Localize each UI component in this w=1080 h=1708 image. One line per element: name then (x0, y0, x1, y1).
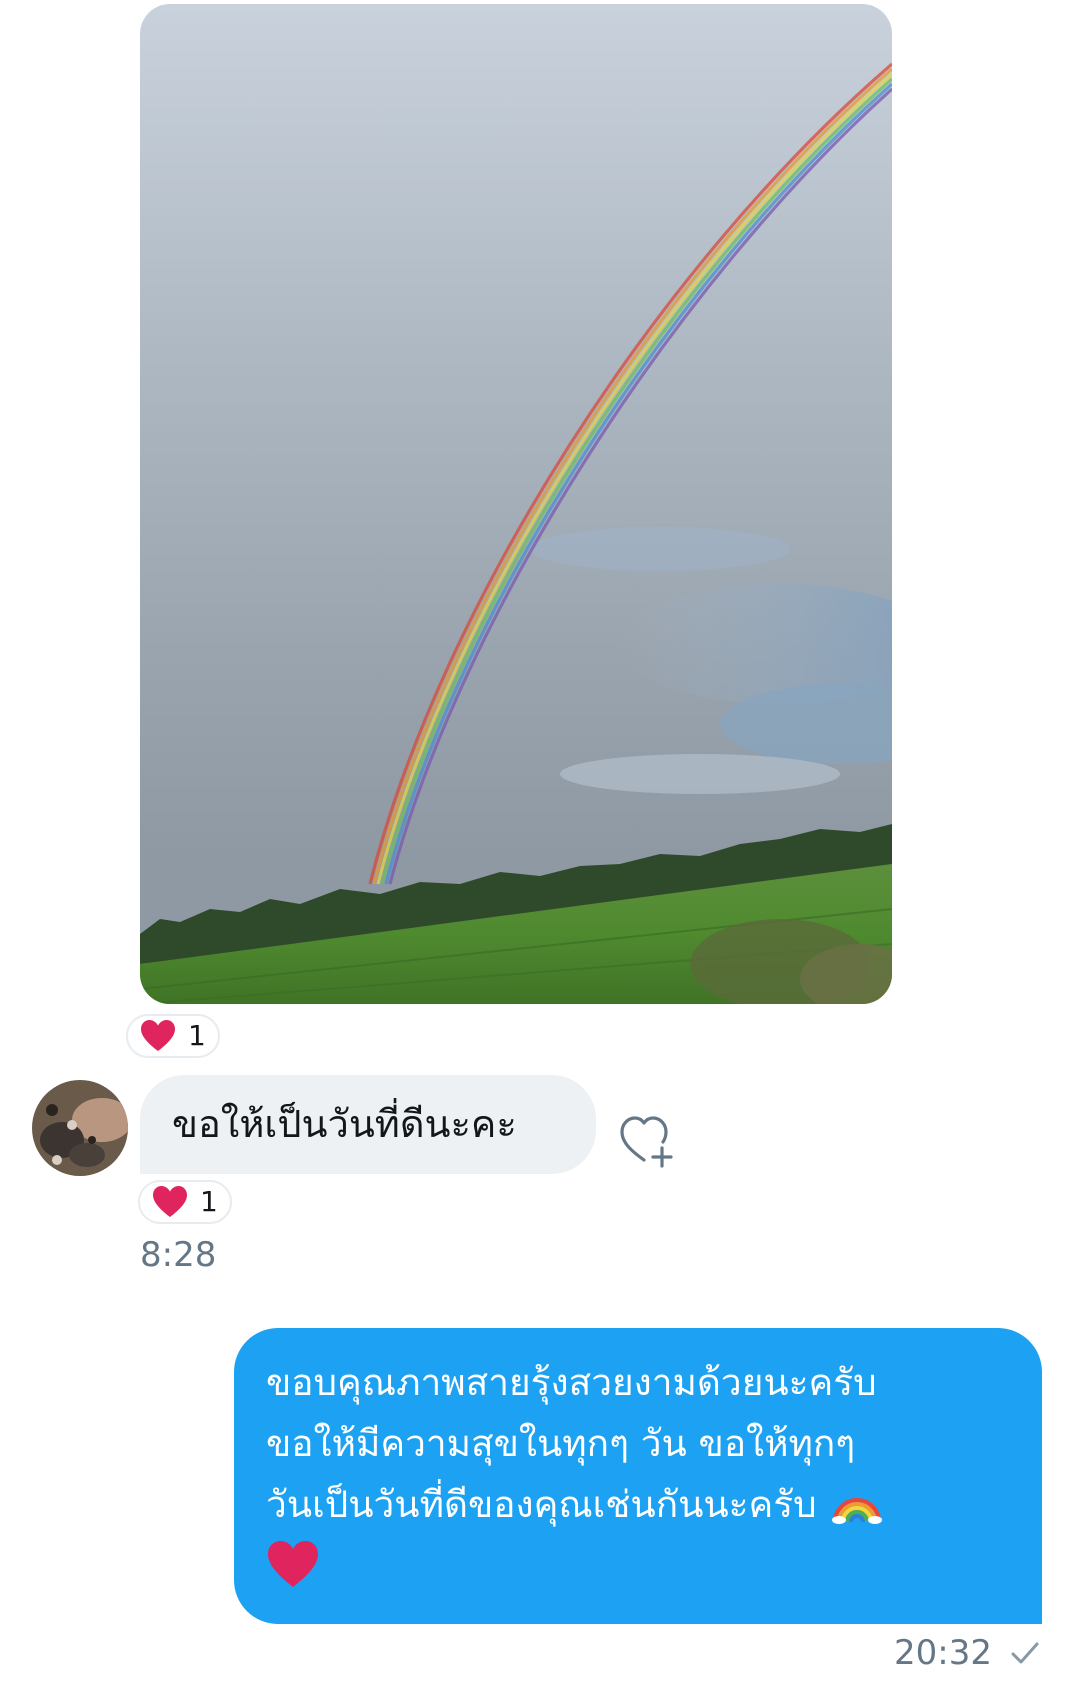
photo-reaction[interactable]: 1 (126, 1014, 220, 1058)
heart-icon (268, 1541, 318, 1587)
contact-avatar-image (32, 1080, 128, 1176)
heart-plus-icon (620, 1116, 673, 1168)
sent-message-line-3: วันเป็นวันที่ดีของคุณเช่นกันนะครับ (266, 1483, 817, 1526)
sent-message-time: 20:32 (894, 1633, 992, 1673)
rainbow-icon (831, 1497, 882, 1524)
received-message-time: 8:28 (140, 1235, 217, 1275)
reaction-count: 1 (188, 1019, 206, 1052)
heart-icon (141, 1020, 175, 1051)
heart-icon (153, 1186, 187, 1217)
sent-message-bubble[interactable]: ขอบคุณภาพสายรุ้งสวยงามด้วยนะครับ ขอให้มี… (234, 1328, 1042, 1624)
sent-message-line: ขอบคุณภาพสายรุ้งสวยงามด้วยนะครับ (266, 1352, 1002, 1413)
received-message-text: ขอให้เป็นวันที่ดีนะคะ (172, 1101, 517, 1146)
received-message-reaction[interactable]: 1 (138, 1180, 232, 1224)
sent-message-line-2: ขอให้มีความสุขในทุกๆ วัน ขอให้ทุกๆ (266, 1422, 856, 1465)
reaction-count: 1 (200, 1185, 218, 1218)
rainbow-photo (140, 4, 892, 1004)
shared-photo[interactable] (140, 4, 892, 1004)
add-reaction-button[interactable] (618, 1112, 680, 1168)
sent-message-meta: 20:32 (894, 1636, 1040, 1670)
sent-message-line: วันเป็นวันที่ดีของคุณเช่นกันนะครับ (266, 1474, 1002, 1535)
sent-message-line: ขอให้มีความสุขในทุกๆ วัน ขอให้ทุกๆ (266, 1413, 1002, 1474)
sent-message-line-1: ขอบคุณภาพสายรุ้งสวยงามด้วยนะครับ (266, 1361, 877, 1404)
avatar[interactable] (32, 1080, 128, 1176)
check-icon (1011, 1642, 1039, 1664)
received-message-bubble[interactable]: ขอให้เป็นวันที่ดีนะคะ (140, 1075, 596, 1174)
